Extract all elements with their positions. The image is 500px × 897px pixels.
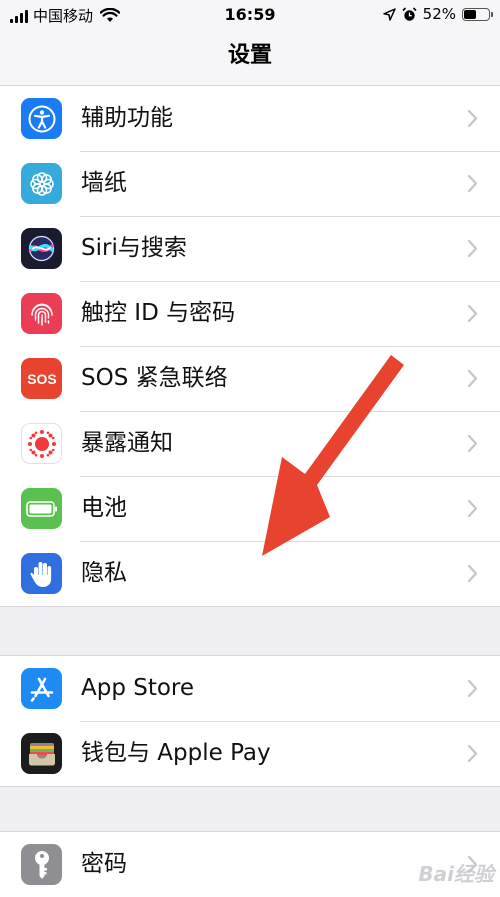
settings-row-label: App Store xyxy=(81,675,195,701)
settings-row-label: 辅助功能 xyxy=(81,105,173,131)
siri-icon xyxy=(21,228,62,269)
fingerprint-icon xyxy=(21,293,62,334)
nav-bar: 设置 xyxy=(0,30,500,86)
chevron-right-icon xyxy=(467,744,478,763)
settings-row-touch-id[interactable]: 触控 ID 与密码 xyxy=(0,281,500,346)
settings-row-exposure-notifications[interactable]: 暴露通知 xyxy=(0,411,500,476)
chevron-right-icon xyxy=(467,174,478,193)
hand-icon xyxy=(21,553,62,594)
chevron-right-icon xyxy=(467,304,478,323)
settings-row-wallet-apple-pay[interactable]: 钱包与 Apple Pay xyxy=(0,721,500,786)
chevron-right-icon xyxy=(467,499,478,518)
chevron-right-icon xyxy=(467,369,478,388)
wallpaper-flower-icon xyxy=(21,163,62,204)
chevron-right-icon xyxy=(467,434,478,453)
chevron-right-icon xyxy=(467,564,478,583)
settings-row-battery[interactable]: 电池 xyxy=(0,476,500,541)
settings-row-label: SOS 紧急联络 xyxy=(81,365,228,391)
settings-row-label: 隐私 xyxy=(81,560,127,586)
settings-row-siri[interactable]: Siri与搜索 xyxy=(0,216,500,281)
status-right: 52% xyxy=(382,5,493,23)
status-bar: 中国移动 16:59 52% xyxy=(0,0,500,30)
chevron-right-icon xyxy=(467,679,478,698)
watermark-logo: Bai经验 xyxy=(418,862,494,886)
battery-level-fill xyxy=(464,9,476,19)
page-title: 设置 xyxy=(227,43,272,68)
key-icon xyxy=(21,844,62,885)
settings-row-label: 密码 xyxy=(81,851,127,877)
battery-status-icon xyxy=(462,7,493,21)
settings-row-label: 电池 xyxy=(81,495,127,521)
battery-percentage: 52% xyxy=(422,5,456,23)
settings-row-wallpaper[interactable]: 墙纸 xyxy=(0,151,500,216)
battery-icon xyxy=(21,488,62,529)
settings-row-label: 墙纸 xyxy=(81,170,127,196)
settings-row-app-store[interactable]: App Store xyxy=(0,656,500,721)
chevron-right-icon xyxy=(467,239,478,258)
settings-row-privacy[interactable]: 隐私 xyxy=(0,541,500,606)
settings-group-general: 辅助功能 墙纸 Siri与搜索 触控 ID 与密码 SOS SOS 紧急联络 暴… xyxy=(0,85,500,607)
accessibility-icon xyxy=(21,98,62,139)
settings-group-store: App Store 钱包与 Apple Pay xyxy=(0,655,500,787)
chevron-right-icon xyxy=(467,109,478,128)
sos-icon: SOS xyxy=(21,358,62,399)
settings-row-label: 钱包与 Apple Pay xyxy=(81,740,271,766)
settings-row-label: Siri与搜索 xyxy=(81,235,187,261)
settings-row-label: 暴露通知 xyxy=(81,430,173,456)
settings-row-label: 触控 ID 与密码 xyxy=(81,300,236,326)
alarm-clock-icon xyxy=(402,6,417,21)
wallet-icon xyxy=(21,733,62,774)
settings-row-emergency-sos[interactable]: SOS SOS 紧急联络 xyxy=(0,346,500,411)
settings-row-accessibility[interactable]: 辅助功能 xyxy=(0,86,500,151)
svg-text:SOS: SOS xyxy=(27,371,57,387)
exposure-notification-icon xyxy=(21,423,62,464)
location-arrow-icon xyxy=(382,7,396,21)
app-store-icon xyxy=(21,668,62,709)
